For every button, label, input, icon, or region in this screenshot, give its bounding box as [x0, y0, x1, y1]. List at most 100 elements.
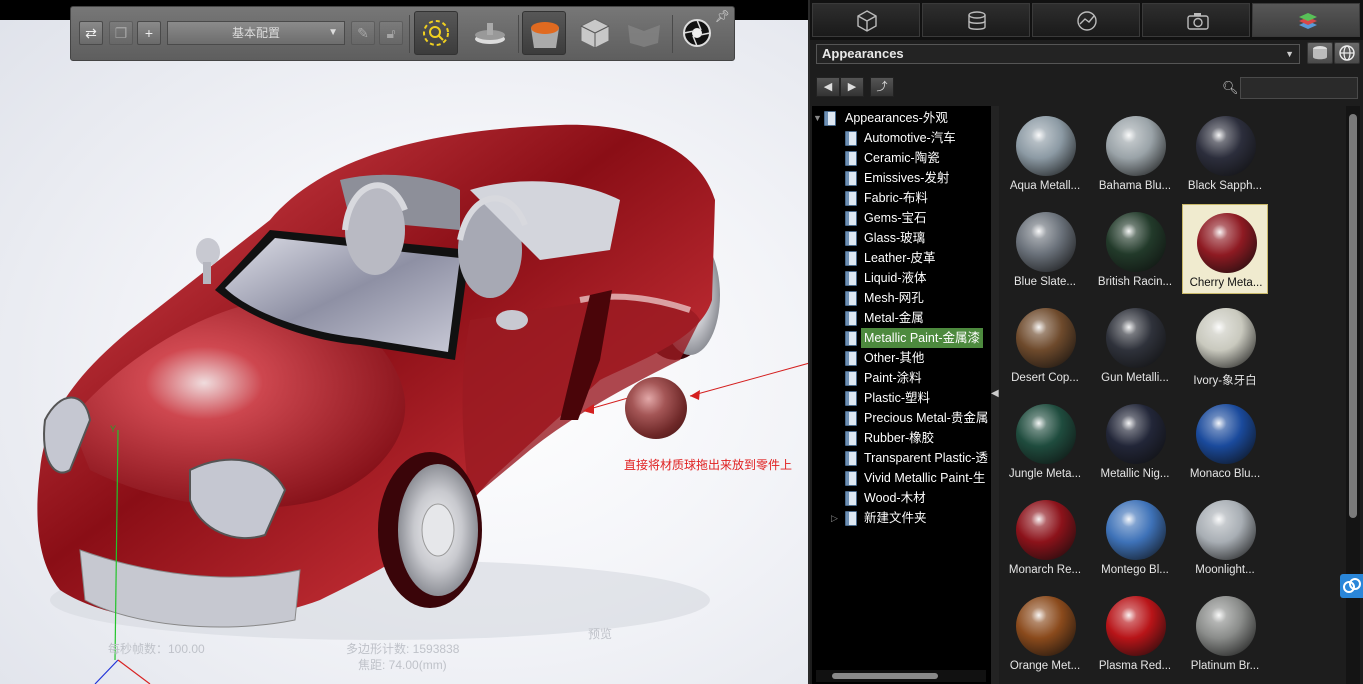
- tree-item-label: Vivid Metallic Paint-生: [864, 471, 986, 485]
- material-name: Jungle Meta...: [1008, 468, 1082, 480]
- expand-arrow-icon[interactable]: ▷: [831, 508, 838, 528]
- fps-readout: 每秒帧数：100.00: [108, 642, 205, 656]
- folder-icon: [845, 431, 857, 446]
- material-name: Montego Bl...: [1101, 564, 1169, 576]
- floor-icon: [475, 23, 505, 44]
- zoom-fit-button[interactable]: [414, 11, 458, 55]
- car-model[interactable]: Y: [0, 0, 808, 684]
- material-ball: [1106, 404, 1166, 464]
- material-name: Ivory-象牙白: [1193, 375, 1257, 387]
- toolbar-divider: [409, 15, 410, 53]
- folder-icon: [845, 351, 857, 366]
- material-name: Bahama Blu...: [1098, 180, 1172, 192]
- material-ball: [1016, 212, 1076, 272]
- folder-icon: [845, 231, 857, 246]
- configuration-select[interactable]: 基本配置 ▼: [167, 21, 345, 45]
- 3d-viewport[interactable]: Y 直接将材质球拖出来放到零件上 每秒帧数：100.00 多边形计数: 1593…: [0, 0, 808, 684]
- library-select[interactable]: Appearances ▼: [816, 44, 1300, 64]
- material-swatch[interactable]: Monaco Blu...: [1182, 396, 1268, 486]
- tree-item-label: Plastic-塑料: [864, 391, 930, 405]
- material-swatch[interactable]: Aqua Metall...: [1002, 108, 1088, 198]
- panel-tab-bar: [810, 0, 1363, 40]
- material-swatch[interactable]: Jungle Meta...: [1002, 396, 1088, 486]
- aperture-icon: [683, 19, 711, 47]
- tab-camera[interactable]: [1142, 3, 1250, 37]
- material-swatch[interactable]: Montego Bl...: [1092, 492, 1178, 582]
- floor-button[interactable]: [468, 11, 512, 55]
- scrollbar-thumb[interactable]: [1349, 114, 1357, 518]
- add-config-button[interactable]: +: [137, 21, 161, 45]
- folder-icon: [845, 251, 857, 266]
- tree-item-label: Gems-宝石: [864, 211, 927, 225]
- tree-horizontal-scrollbar[interactable]: [816, 670, 986, 682]
- folder-icon: [845, 311, 857, 326]
- tab-lighting[interactable]: [1032, 3, 1140, 37]
- material-swatch[interactable]: Ivory-象牙白: [1182, 300, 1268, 390]
- tab-scene[interactable]: [922, 3, 1030, 37]
- material-swatch[interactable]: Platinum Br...: [1182, 588, 1268, 678]
- folder-icon: [845, 331, 857, 346]
- tab-appearances[interactable]: [1252, 3, 1360, 37]
- up-folder-button[interactable]: ⤴: [870, 77, 894, 97]
- search-input[interactable]: [1240, 77, 1358, 99]
- material-swatch[interactable]: Gun Metalli...: [1092, 300, 1178, 390]
- material-name: Metallic Nig...: [1100, 468, 1170, 480]
- folder-icon: [845, 511, 857, 526]
- material-name: Blue Slate...: [1013, 276, 1076, 288]
- preview-label: 预览: [588, 627, 613, 641]
- environment-button[interactable]: [622, 11, 666, 55]
- tree-item-label: Liquid-液体: [864, 271, 927, 285]
- folder-icon: [845, 191, 857, 206]
- cube-icon: [580, 18, 610, 49]
- share-button[interactable]: [1340, 574, 1363, 598]
- dragged-material-ball[interactable]: [625, 377, 687, 439]
- swap-icon[interactable]: ⇄: [79, 21, 103, 45]
- material-swatch[interactable]: Cherry Meta...: [1182, 204, 1268, 294]
- material-name: Monaco Blu...: [1189, 468, 1261, 480]
- folder-tree: ▼ Appearances-外观 Automotive-汽车 Ceramic-陶瓷 Em…: [812, 106, 991, 684]
- edit-icon[interactable]: ✎: [351, 21, 375, 45]
- material-swatch[interactable]: Monarch Re...: [1002, 492, 1088, 582]
- chevron-down-icon: ▼: [328, 27, 338, 38]
- material-name: Gun Metalli...: [1101, 372, 1169, 384]
- appearance-mode-button[interactable]: [522, 11, 566, 55]
- copy-config-icon[interactable]: ❐: [109, 21, 133, 45]
- material-swatch[interactable]: Moonlight...: [1182, 492, 1268, 582]
- material-swatch[interactable]: Desert Cop...: [1002, 300, 1088, 390]
- folder-icon: [845, 291, 857, 306]
- material-ball: [1016, 116, 1076, 176]
- material-ball: [1106, 116, 1166, 176]
- material-name: Moonlight...: [1195, 564, 1255, 576]
- material-name: British Racin...: [1097, 276, 1173, 288]
- collapse-arrow-icon[interactable]: ◀: [991, 388, 999, 399]
- folder-icon: [845, 171, 857, 186]
- render-button[interactable]: [675, 11, 719, 55]
- tab-model[interactable]: [812, 3, 920, 37]
- scrollbar-thumb[interactable]: [832, 673, 938, 679]
- link-icon: [1343, 578, 1361, 593]
- scene-box-button[interactable]: [573, 11, 617, 55]
- material-swatch[interactable]: Orange Met...: [1002, 588, 1088, 678]
- library-button[interactable]: [1307, 42, 1333, 64]
- material-swatch[interactable]: British Racin...: [1092, 204, 1178, 294]
- material-swatch[interactable]: Plasma Red...: [1092, 588, 1178, 678]
- configuration-value: 基本配置: [231, 26, 280, 40]
- pane-splitter[interactable]: ◀: [991, 106, 999, 684]
- material-swatch[interactable]: Bahama Blu...: [1092, 108, 1178, 198]
- material-grid: Aqua Metall... Bahama Blu... Black Sapph..…: [1000, 106, 1345, 684]
- tree-item-label: Ceramic-陶瓷: [864, 151, 940, 165]
- material-ball: [1196, 404, 1256, 464]
- material-swatch[interactable]: Black Sapph...: [1182, 108, 1268, 198]
- material-swatch[interactable]: Blue Slate...: [1002, 204, 1088, 294]
- expand-arrow-icon[interactable]: ▼: [813, 108, 822, 128]
- pin-icon[interactable]: 📌︎: [715, 9, 730, 23]
- material-swatch[interactable]: Metallic Nig...: [1092, 396, 1178, 486]
- library-select-value: Appearances: [822, 46, 904, 61]
- paint-bucket-icon: [531, 22, 559, 48]
- forward-button[interactable]: ▶: [840, 77, 864, 97]
- lock-icon[interactable]: 🔓︎: [379, 21, 403, 45]
- folder-icon: [824, 111, 836, 126]
- material-name: Black Sapph...: [1187, 180, 1263, 192]
- online-library-button[interactable]: [1334, 42, 1360, 64]
- back-button[interactable]: ◀: [816, 77, 840, 97]
